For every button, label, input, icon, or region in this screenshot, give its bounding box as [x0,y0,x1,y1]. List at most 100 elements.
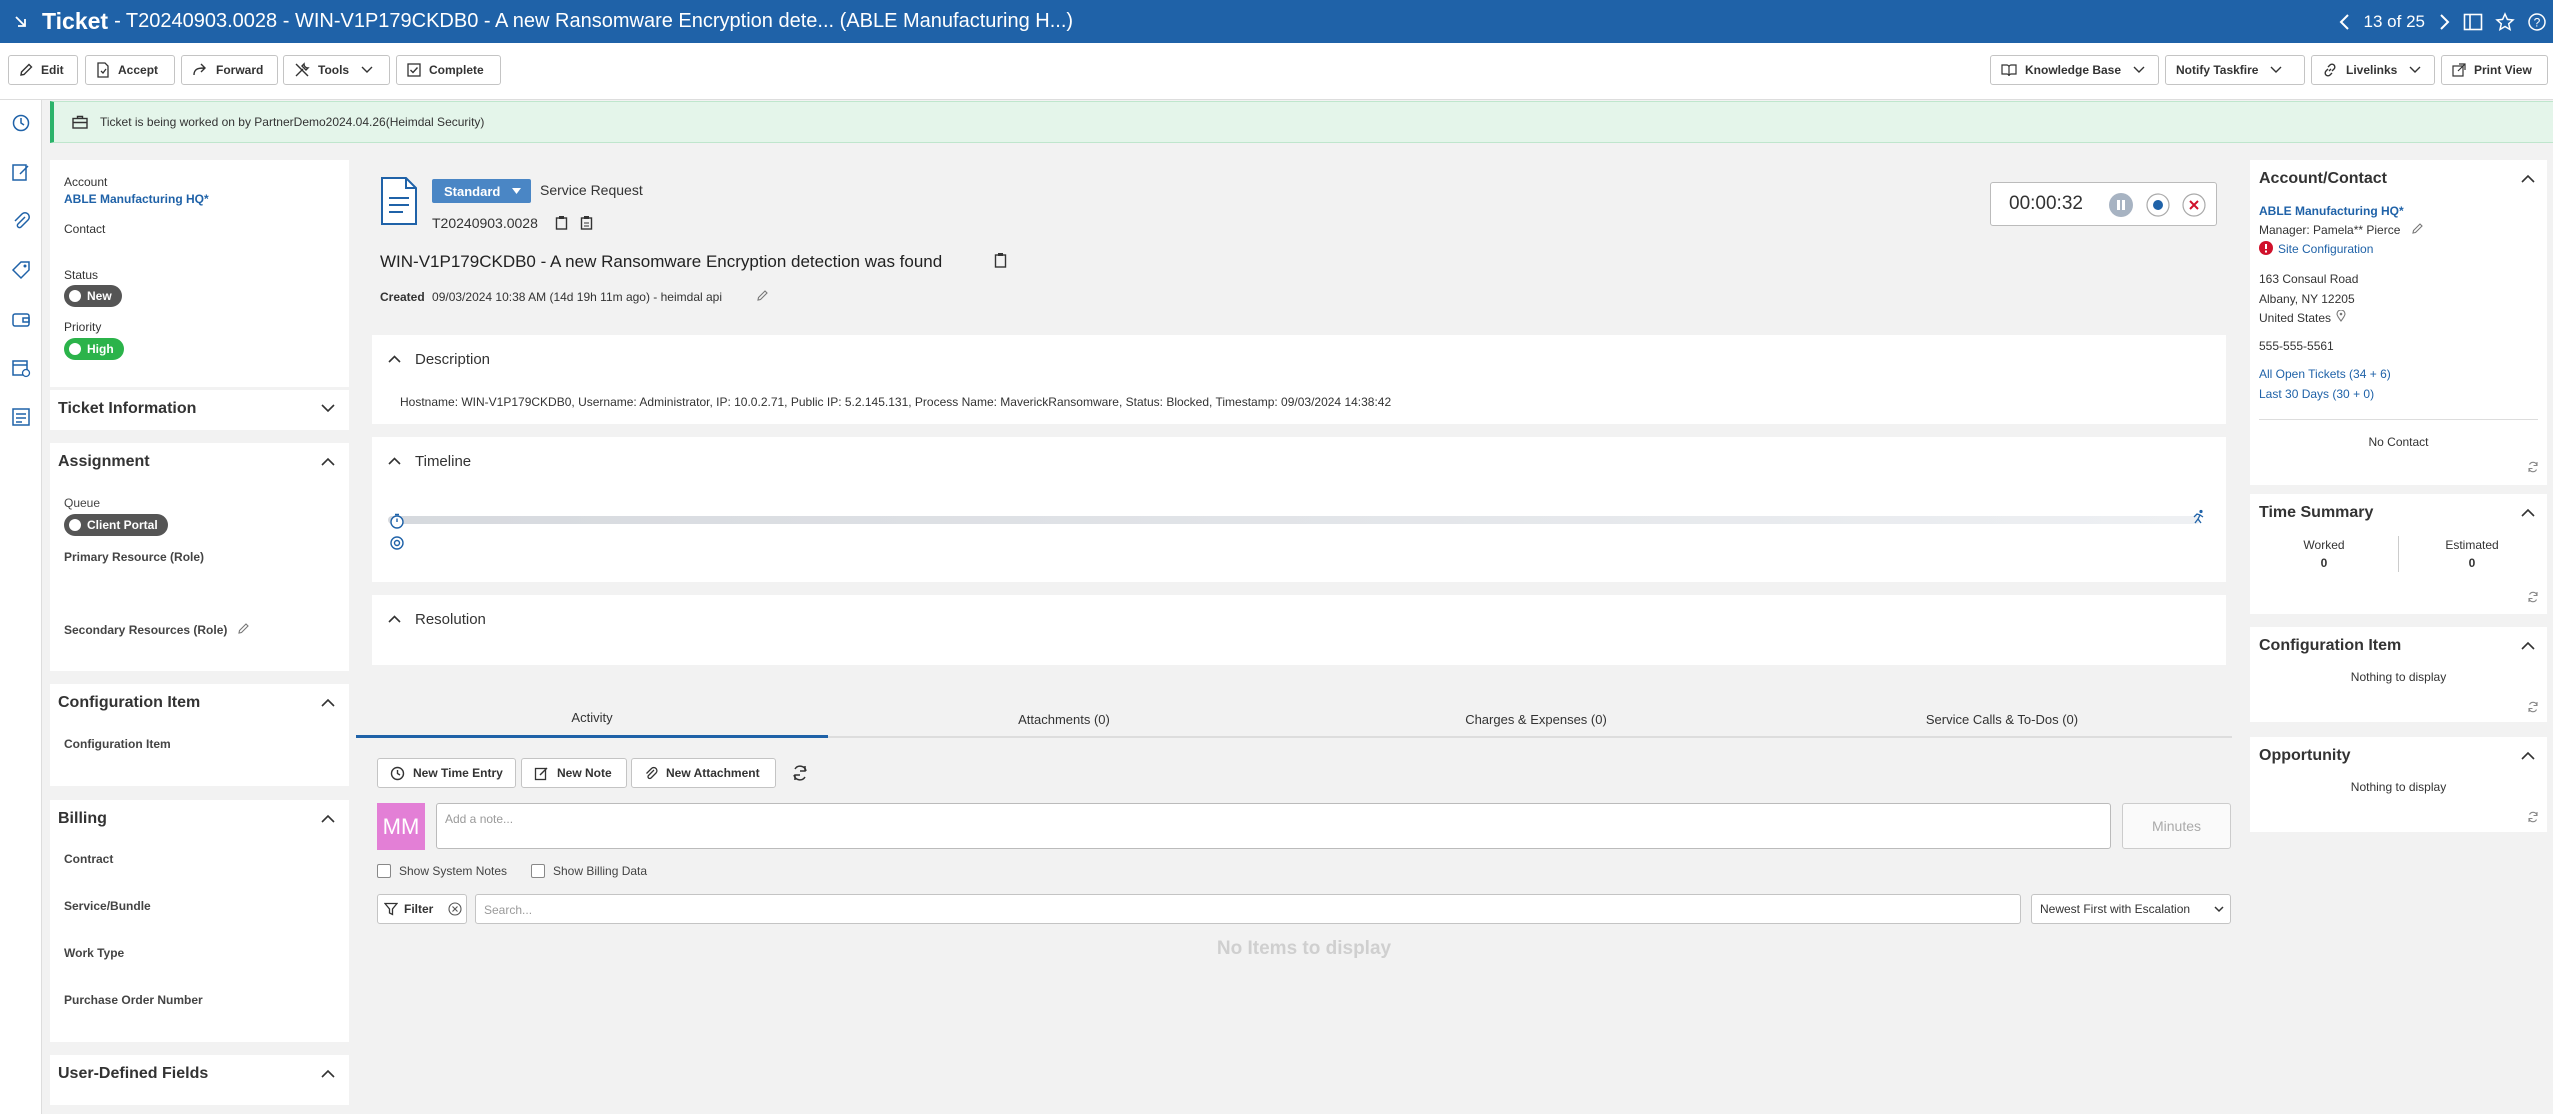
priority-value: High [87,342,114,356]
chevron-up-icon[interactable] [321,814,335,823]
record-icon[interactable] [2146,193,2170,217]
notify-taskfire-label: Notify Taskfire [2176,63,2259,77]
tab-activity[interactable]: Activity [356,700,828,738]
help-icon[interactable]: ? [2527,12,2547,32]
checklist-icon[interactable] [11,407,31,427]
new-attachment-button[interactable]: New Attachment [631,758,776,788]
checkbox-box[interactable] [377,864,391,878]
edit-note-icon[interactable] [11,162,31,182]
note-input[interactable]: Add a note... [436,803,2111,849]
address-line-3: United States [2259,311,2332,325]
minimize-arrow-icon[interactable] [0,14,42,30]
copy-icon[interactable] [555,215,568,230]
edit-icon[interactable] [757,289,769,301]
forward-arrow-icon [192,63,208,77]
page-title: Ticket [42,8,109,34]
link-icon [2322,62,2338,78]
tag-icon[interactable] [11,260,31,280]
stop-icon[interactable] [2182,193,2206,217]
new-note-button[interactable]: New Note [521,758,627,788]
opportunity-header: Opportunity [2259,747,2351,764]
chevron-up-icon[interactable] [321,698,335,707]
wallet-icon[interactable] [11,309,31,329]
show-billing-data-checkbox[interactable]: Show Billing Data [531,864,647,878]
new-time-entry-button[interactable]: New Time Entry [377,758,516,788]
chevron-up-icon[interactable] [388,355,401,363]
accept-button[interactable]: Accept [85,55,175,85]
search-input[interactable]: Search... [475,894,2021,924]
sort-select[interactable]: Newest First with Escalation [2031,894,2231,924]
created-info: Created 09/03/2024 10:38 AM (14d 19h 11m… [380,290,722,304]
calendar-clock-icon[interactable] [11,358,31,378]
queue-label: Queue [64,496,101,510]
complete-label: Complete [429,63,484,77]
minutes-field[interactable]: Minutes [2122,803,2231,849]
copy-title-icon[interactable] [994,252,1007,268]
site-configuration-link[interactable]: Site Configuration [2278,242,2373,256]
chevron-up-icon[interactable] [2521,751,2535,760]
print-view-button[interactable]: Print View [2441,55,2548,85]
ticket-type-dropdown[interactable]: Standard [432,179,531,203]
knowledge-base-label: Knowledge Base [2025,63,2122,77]
edit-icon[interactable] [2412,222,2424,234]
attachment-icon[interactable] [11,211,31,231]
star-icon[interactable] [2495,11,2515,32]
refresh-icon[interactable] [2527,811,2539,823]
ticket-information-header: Ticket Information [58,400,197,417]
all-open-tickets-link[interactable]: All Open Tickets (34 + 6) [2259,367,2391,381]
chevron-up-icon[interactable] [388,615,401,623]
complete-button[interactable]: Complete [396,55,501,85]
history-icon[interactable] [11,113,31,133]
tools-dropdown[interactable]: Tools [283,55,390,85]
last-30-days-link[interactable]: Last 30 Days (30 + 0) [2259,387,2374,401]
account-link[interactable]: ABLE Manufacturing HQ* [64,192,209,206]
livelinks-dropdown[interactable]: Livelinks [2311,55,2435,85]
chevron-up-icon[interactable] [321,457,335,466]
timeline-section: Timeline [372,437,2226,582]
assignment-header: Assignment [58,453,150,470]
chevron-down-icon[interactable] [321,404,335,413]
tab-attachments[interactable]: Attachments (0) [828,700,1300,738]
clipboard-icon[interactable] [580,215,593,230]
svg-text:?: ? [2534,15,2541,29]
edit-button[interactable]: Edit [8,55,78,85]
pause-icon[interactable] [2109,193,2133,217]
account-name-link[interactable]: ABLE Manufacturing HQ* [2259,204,2404,218]
tab-service-calls[interactable]: Service Calls & To-Dos (0) [1772,700,2232,738]
tab-charges-expenses[interactable]: Charges & Expenses (0) [1300,700,1772,738]
refresh-icon[interactable] [791,764,809,782]
print-view-label: Print View [2474,63,2532,77]
forward-button[interactable]: Forward [181,55,278,85]
filter-label: Filter [404,902,434,916]
checkbox-box[interactable] [531,864,545,878]
refresh-icon[interactable] [2527,461,2539,473]
panel-toggle-icon[interactable] [2463,13,2483,31]
refresh-icon[interactable] [2527,701,2539,713]
clear-filter-icon[interactable] [448,902,462,916]
map-pin-icon[interactable] [2336,310,2346,322]
chevron-up-icon[interactable] [2521,508,2535,517]
chevron-up-icon[interactable] [2521,174,2535,183]
chevron-up-icon[interactable] [321,1069,335,1078]
note-edit-icon [534,766,549,781]
chevron-up-icon[interactable] [388,457,401,465]
pencil-icon [19,63,33,77]
ticket-information-section[interactable]: Ticket Information [50,390,349,430]
chevron-down-icon [361,66,373,74]
show-system-notes-checkbox[interactable]: Show System Notes [377,864,507,878]
knowledge-base-dropdown[interactable]: Knowledge Base [1990,55,2159,85]
edit-icon[interactable] [238,622,250,634]
ticket-category: Service Request [540,182,643,198]
empty-state: No Items to display [1216,938,1392,959]
chevron-up-icon[interactable] [2521,641,2535,650]
assignment-section: Assignment Queue Client Portal Primary R… [50,443,349,671]
check-square-icon [407,63,421,77]
configuration-item-section: Configuration Item Configuration Item [50,684,349,786]
filter-button[interactable]: Filter [377,894,467,924]
chevron-left-icon[interactable] [2338,13,2352,31]
notify-taskfire-dropdown[interactable]: Notify Taskfire [2165,55,2305,85]
chevron-right-icon[interactable] [2437,13,2451,31]
queue-badge: Client Portal [64,514,168,536]
refresh-icon[interactable] [2527,591,2539,603]
created-value: 09/03/2024 10:38 AM (14d 19h 11m ago) - … [432,290,723,304]
